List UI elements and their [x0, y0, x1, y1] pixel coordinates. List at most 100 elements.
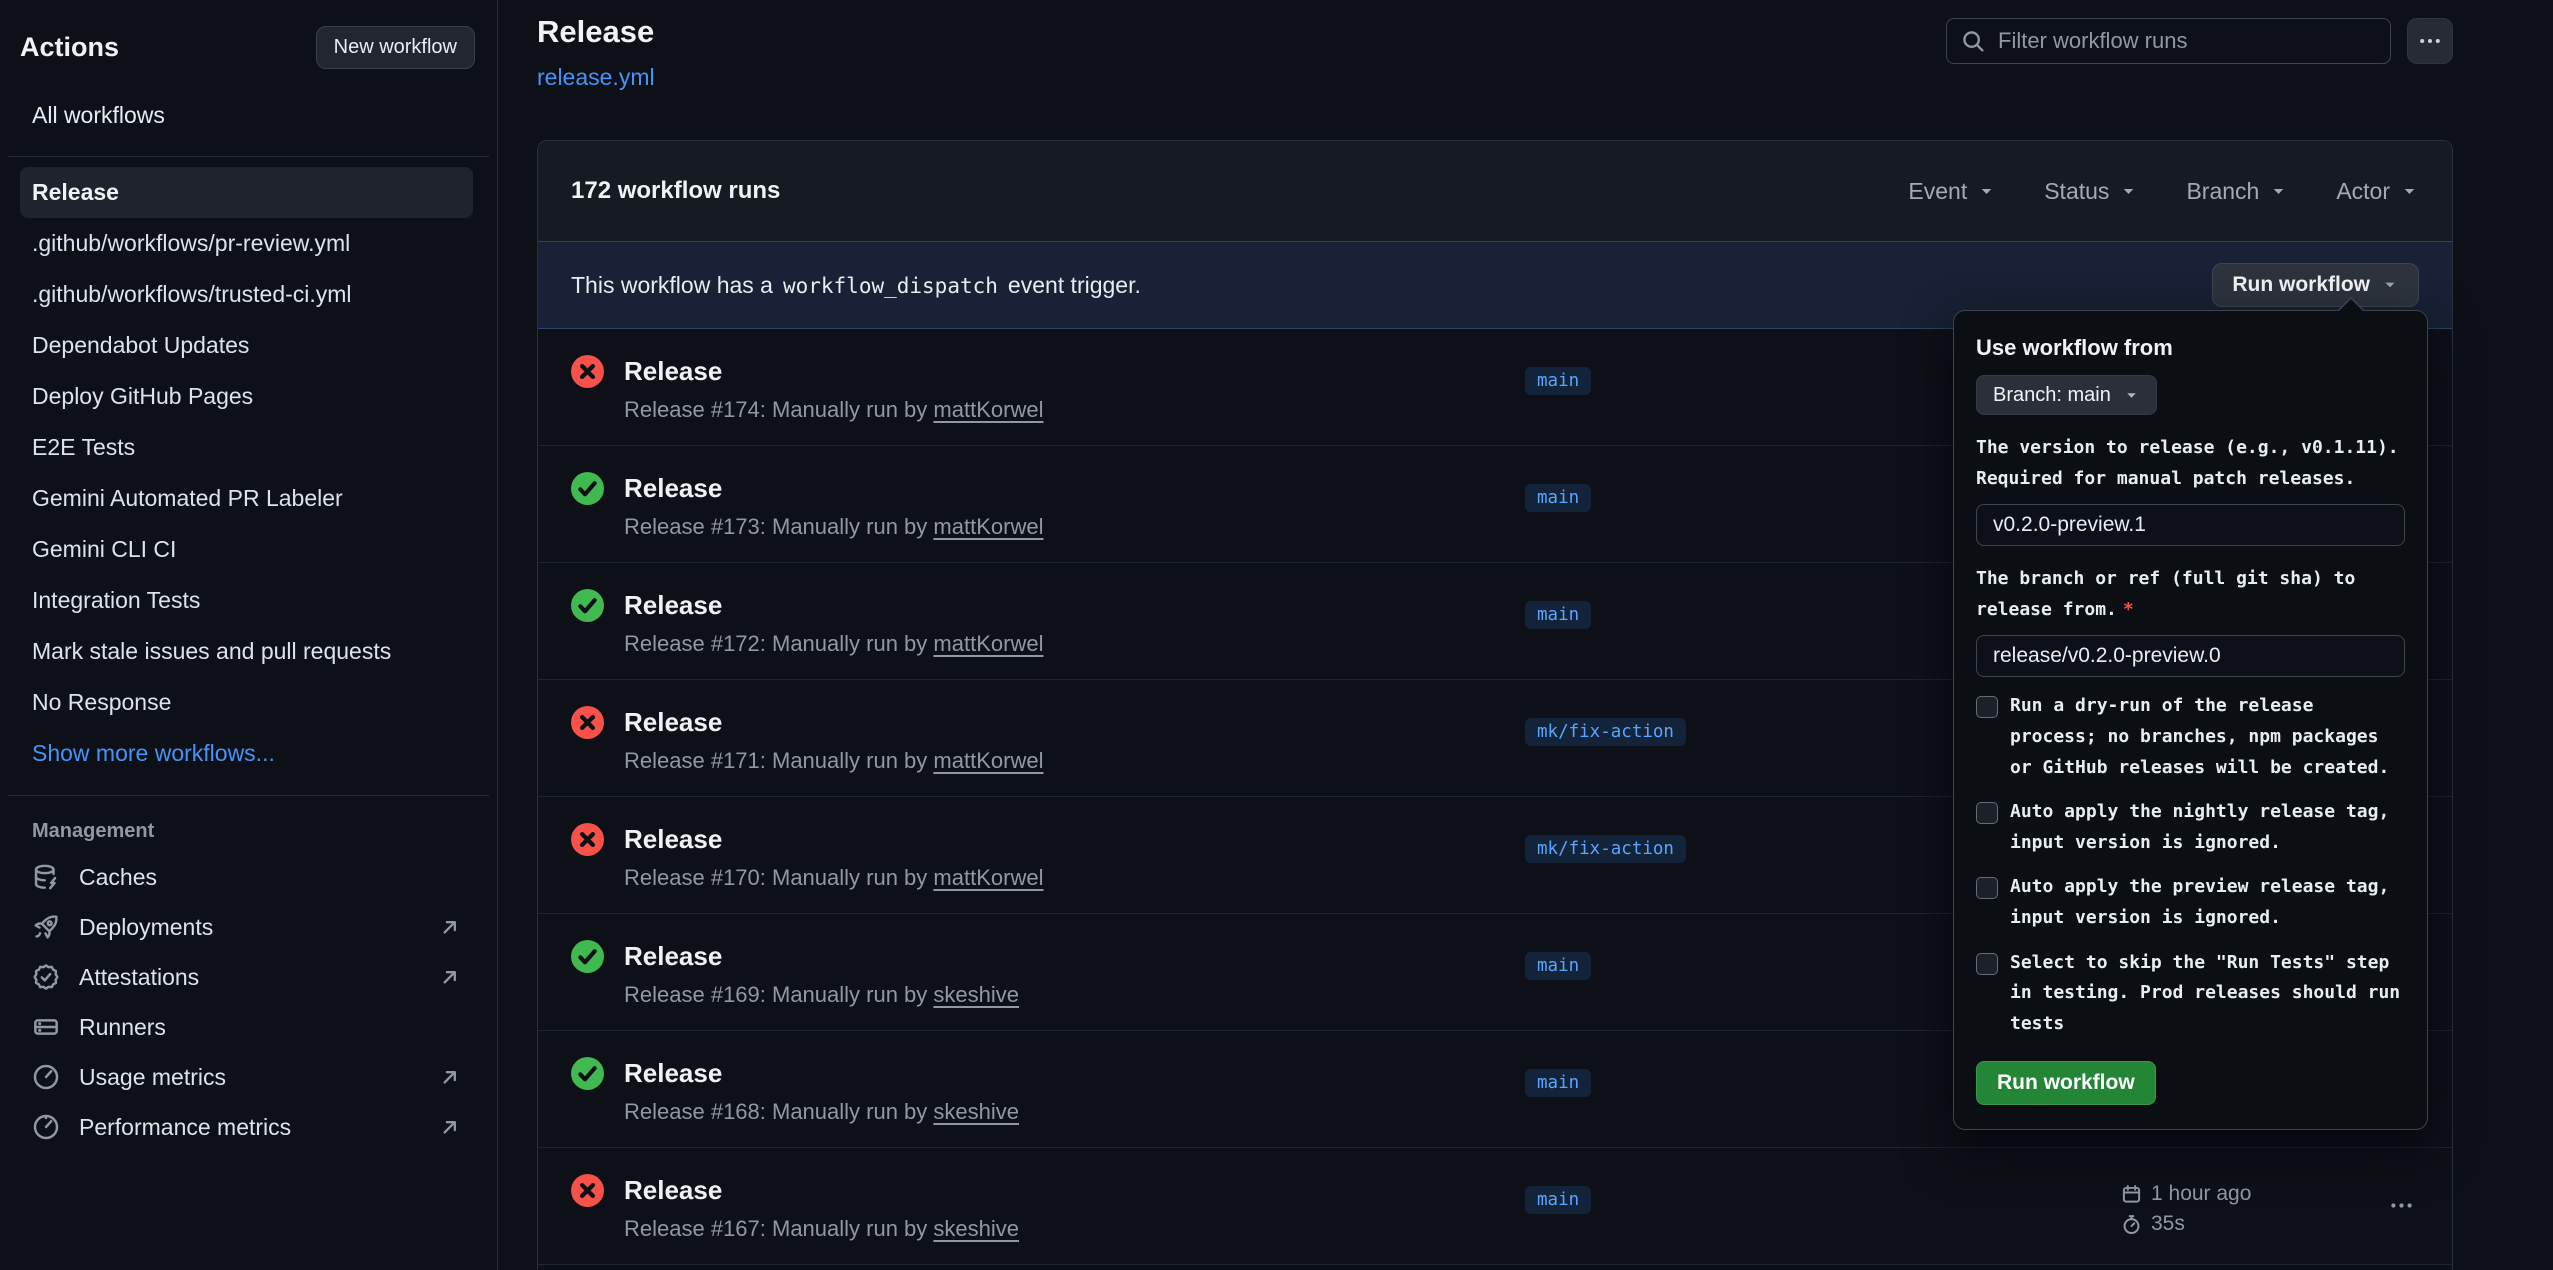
- sidebar-item-label: Performance metrics: [79, 1114, 291, 1141]
- filter-status[interactable]: Status: [2044, 178, 2138, 205]
- version-input[interactable]: [1976, 504, 2405, 546]
- checkbox-label: Run a dry-run of the release process; no…: [2010, 691, 2405, 783]
- popup-checkbox-row-4[interactable]: Select to skip the "Run Tests" step in t…: [1976, 948, 2405, 1040]
- arrow-up-right-icon: [438, 1066, 461, 1089]
- runners-icon: [32, 1013, 60, 1041]
- run-workflow-dropdown-button[interactable]: Run workflow: [2212, 263, 2419, 307]
- filter-branch[interactable]: Branch: [2186, 178, 2288, 205]
- run-title-link[interactable]: Release: [624, 1175, 722, 1206]
- branch-badge[interactable]: main: [1525, 1069, 1591, 1097]
- run-options-button[interactable]: [2388, 1192, 2415, 1224]
- x-circle-icon: [571, 355, 604, 388]
- popup-checkbox-row-1[interactable]: Run a dry-run of the release process; no…: [1976, 691, 2405, 783]
- run-description-text: Release #172: Manually run by: [624, 631, 933, 656]
- actor-link[interactable]: mattKorwel: [933, 631, 1043, 656]
- ref-input-description: The branch or ref (full git sha) to rele…: [1976, 564, 2405, 625]
- sidebar-item-deployments[interactable]: Deployments: [20, 903, 473, 951]
- actions-page: Actions New workflow All workflows Relea…: [0, 0, 2553, 1270]
- sidebar-item-all-workflows[interactable]: All workflows: [20, 91, 473, 140]
- actor-link[interactable]: mattKorwel: [933, 748, 1043, 773]
- run-title-link[interactable]: Release: [624, 707, 722, 738]
- branch-badge[interactable]: mk/fix-action: [1525, 718, 1686, 746]
- workflow-file-link[interactable]: release.yml: [537, 64, 655, 91]
- run-description-text: Release #173: Manually run by: [624, 514, 933, 539]
- check-circle-icon: [571, 589, 604, 622]
- popup-checkbox-list: Run a dry-run of the release process; no…: [1976, 691, 2405, 1039]
- actor-link[interactable]: skeshive: [933, 1216, 1019, 1241]
- run-title-link[interactable]: Release: [624, 590, 722, 621]
- kebab-icon: [2417, 28, 2443, 54]
- run-workflow-popup: Use workflow from Branch: main The versi…: [1953, 310, 2428, 1130]
- ref-input[interactable]: [1976, 635, 2405, 677]
- arrow-up-right-icon: [438, 1116, 461, 1139]
- required-marker: *: [2123, 599, 2134, 620]
- run-duration: 35s: [2121, 1212, 2251, 1236]
- actor-link[interactable]: mattKorwel: [933, 865, 1043, 890]
- filter-label: Branch: [2186, 178, 2259, 205]
- sidebar-item-gemini-automated-pr-labeler[interactable]: Gemini Automated PR Labeler: [20, 473, 473, 524]
- new-workflow-button[interactable]: New workflow: [316, 26, 475, 69]
- popup-checkbox-row-2[interactable]: Auto apply the nightly release tag, inpu…: [1976, 797, 2405, 858]
- sidebar-item-e2e-tests[interactable]: E2E Tests: [20, 422, 473, 473]
- workflow-run-row: ReleaseRelease #167: Manually run by ske…: [538, 1148, 2452, 1265]
- branch-badge[interactable]: main: [1525, 601, 1591, 629]
- sidebar-item-caches[interactable]: Caches: [20, 853, 473, 901]
- sidebar-item-usage-metrics[interactable]: Usage metrics: [20, 1053, 473, 1101]
- sidebar-divider: [8, 156, 489, 157]
- filter-runs-search[interactable]: [1946, 18, 2391, 64]
- usage-metrics-icon: [32, 1063, 60, 1091]
- check-circle-icon: [571, 472, 604, 505]
- branch-badge[interactable]: main: [1525, 1186, 1591, 1214]
- popup-checkbox-row-3[interactable]: Auto apply the preview release tag, inpu…: [1976, 872, 2405, 933]
- sidebar-item-dependabot-updates[interactable]: Dependabot Updates: [20, 320, 473, 371]
- runs-panel-header: 172 workflow runs EventStatusBranchActor: [538, 141, 2452, 241]
- actor-link[interactable]: skeshive: [933, 982, 1019, 1007]
- sidebar-item-gemini-cli-ci[interactable]: Gemini CLI CI: [20, 524, 473, 575]
- run-title-link[interactable]: Release: [624, 824, 722, 855]
- branch-badge[interactable]: mk/fix-action: [1525, 835, 1686, 863]
- run-started-time: 1 hour ago: [2121, 1182, 2251, 1206]
- version-input-description: The version to release (e.g., v0.1.11). …: [1976, 433, 2405, 494]
- sidebar-item-label: Attestations: [79, 964, 199, 991]
- checkbox-unchecked[interactable]: [1976, 802, 1998, 824]
- sidebar-item-release[interactable]: Release: [20, 167, 473, 218]
- actor-link[interactable]: mattKorwel: [933, 514, 1043, 539]
- sidebar-item-no-response[interactable]: No Response: [20, 677, 473, 728]
- sidebar-item-integration-tests[interactable]: Integration Tests: [20, 575, 473, 626]
- sidebar-item-mark-stale-issues-and-pull-requests[interactable]: Mark stale issues and pull requests: [20, 626, 473, 677]
- caret-down-icon: [2123, 387, 2140, 404]
- filter-event[interactable]: Event: [1908, 178, 1996, 205]
- branch-badge[interactable]: main: [1525, 952, 1591, 980]
- sidebar-item-github-workflows-pr-review-yml[interactable]: .github/workflows/pr-review.yml: [20, 218, 473, 269]
- sidebar-divider: [8, 795, 489, 796]
- checkbox-unchecked[interactable]: [1976, 696, 1998, 718]
- run-title-link[interactable]: Release: [624, 356, 722, 387]
- actor-link[interactable]: skeshive: [933, 1099, 1019, 1124]
- branch-selector-button[interactable]: Branch: main: [1976, 375, 2157, 415]
- sidebar-item-label: Usage metrics: [79, 1064, 226, 1091]
- checkbox-unchecked[interactable]: [1976, 877, 1998, 899]
- run-title-link[interactable]: Release: [624, 1058, 722, 1089]
- filter-actor[interactable]: Actor: [2336, 178, 2419, 205]
- workflow-options-button[interactable]: [2407, 18, 2453, 64]
- sidebar-item-performance-metrics[interactable]: Performance metrics: [20, 1103, 473, 1151]
- sidebar-item-github-workflows-trusted-ci-yml[interactable]: .github/workflows/trusted-ci.yml: [20, 269, 473, 320]
- banner-text: This workflow has aworkflow_dispatcheven…: [571, 272, 1141, 299]
- actor-link[interactable]: mattKorwel: [933, 397, 1043, 422]
- sidebar-item-label: Deployments: [79, 914, 213, 941]
- workflows-sidebar: Actions New workflow All workflows Relea…: [0, 0, 498, 1270]
- run-description-text: Release #168: Manually run by: [624, 1099, 933, 1124]
- sidebar-item-deploy-github-pages[interactable]: Deploy GitHub Pages: [20, 371, 473, 422]
- search-input[interactable]: [1998, 28, 2376, 54]
- sidebar-item-runners[interactable]: Runners: [20, 1003, 473, 1051]
- checkbox-unchecked[interactable]: [1976, 953, 1998, 975]
- run-title-link[interactable]: Release: [624, 941, 722, 972]
- branch-badge[interactable]: main: [1525, 484, 1591, 512]
- sidebar-item-label: Caches: [79, 864, 157, 891]
- run-title-link[interactable]: Release: [624, 473, 722, 504]
- show-more-workflows-link[interactable]: Show more workflows...: [20, 728, 473, 779]
- branch-badge[interactable]: main: [1525, 367, 1591, 395]
- sidebar-item-attestations[interactable]: Attestations: [20, 953, 473, 1001]
- arrow-up-right-icon: [438, 916, 461, 939]
- run-workflow-submit-button[interactable]: Run workflow: [1976, 1061, 2156, 1105]
